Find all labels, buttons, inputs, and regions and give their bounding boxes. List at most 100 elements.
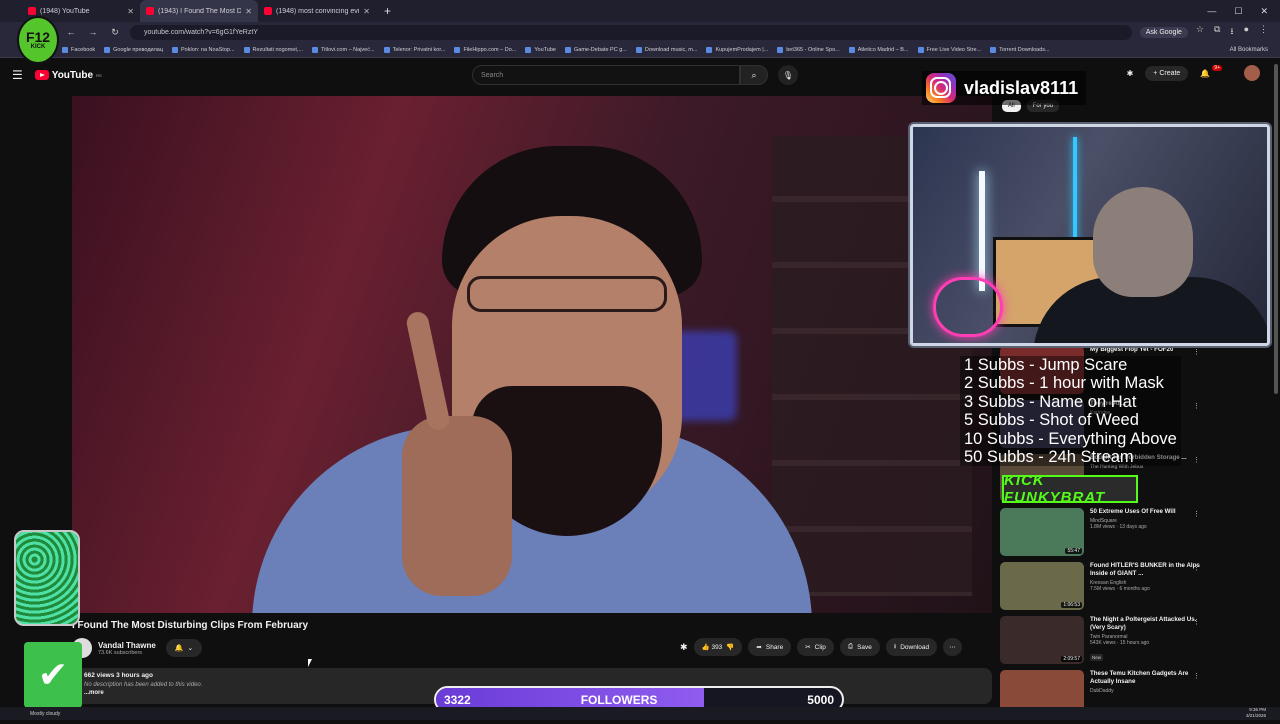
ask-google-button[interactable]: Ask Google bbox=[1139, 26, 1188, 38]
bookmark-item[interactable]: KupujemProdajem |... bbox=[706, 46, 768, 53]
recommendation-title: These Temu Kitchen Gadgets Are Actually … bbox=[1090, 670, 1189, 685]
more-vertical-icon[interactable]: ⋮ bbox=[1193, 402, 1200, 410]
star-icon[interactable]: ☆ bbox=[1196, 24, 1204, 40]
search-input[interactable]: Search bbox=[472, 65, 740, 85]
new-badge: New bbox=[1090, 654, 1104, 661]
person-hand bbox=[402, 416, 512, 596]
clock-date: 3/21/2026 bbox=[1245, 713, 1266, 718]
url-field[interactable]: youtube.com/watch?v=6gG1fYeRztY bbox=[130, 24, 1132, 40]
extensions-icon[interactable]: ⧉ bbox=[1214, 24, 1220, 40]
page-scrollbar[interactable] bbox=[1274, 64, 1278, 394]
microphone-icon: 🎙 bbox=[782, 70, 794, 80]
bookmark-item[interactable]: Torrent Downloads... bbox=[990, 46, 1050, 53]
bookmark-item[interactable]: Rezultati nogomet,... bbox=[243, 46, 303, 53]
more-vertical-icon[interactable]: ⋮ bbox=[1193, 456, 1200, 464]
super-thanks-icon[interactable]: ✱ bbox=[680, 642, 688, 653]
bookmark-item[interactable]: Google преводилац bbox=[104, 46, 163, 53]
bookmark-item[interactable]: bet365 - Online Spo... bbox=[777, 46, 840, 53]
minimize-icon[interactable]: — bbox=[1207, 6, 1216, 17]
subscription-bell-button[interactable]: 🔔 ⌄ bbox=[166, 639, 202, 657]
sub-goals-list: 1 Subbs - Jump Scare 2 Subbs - 1 hour wi… bbox=[960, 356, 1181, 467]
subscriber-count: 73.6K subscribers bbox=[98, 649, 143, 656]
close-window-icon[interactable]: ✕ bbox=[1260, 6, 1268, 17]
create-button[interactable]: + Create bbox=[1145, 65, 1189, 81]
bookmark-favicon-icon bbox=[104, 46, 111, 53]
bookmark-item[interactable]: Free Live Video Stre... bbox=[917, 46, 981, 53]
download-icon[interactable]: ⭳ bbox=[1230, 24, 1233, 40]
bookmark-item[interactable]: Telenor: Privatni kor... bbox=[383, 46, 445, 53]
sub-goal: 10 Subbs - Everything Above bbox=[964, 429, 1177, 448]
bookmark-item[interactable]: Titlovi.com – Najveć... bbox=[311, 46, 375, 53]
person-glasses bbox=[467, 276, 667, 312]
bookmark-favicon-icon bbox=[311, 46, 318, 53]
cast-icon[interactable]: ✱ bbox=[1127, 69, 1134, 78]
back-icon[interactable]: ← bbox=[64, 27, 78, 37]
youtube-favicon-icon bbox=[146, 7, 154, 15]
more-vertical-icon[interactable]: ⋮ bbox=[1193, 510, 1200, 518]
maximize-icon[interactable]: ☐ bbox=[1234, 6, 1242, 17]
chevron-down-icon: ⌄ bbox=[187, 645, 194, 652]
user-avatar[interactable] bbox=[1244, 65, 1260, 81]
all-bookmarks-button[interactable]: All Bookmarks bbox=[1230, 47, 1280, 53]
profile-icon[interactable]: ● bbox=[1244, 24, 1249, 40]
reload-icon[interactable]: ↻ bbox=[108, 27, 122, 38]
more-vertical-icon[interactable]: ⋮ bbox=[1193, 618, 1200, 626]
notifications-bell-icon[interactable]: 🔔 bbox=[1200, 69, 1210, 78]
more-vertical-icon[interactable]: ⋮ bbox=[1193, 672, 1200, 680]
followers-target: 5000 bbox=[807, 692, 834, 707]
voice-search-button[interactable]: 🎙 bbox=[778, 65, 798, 85]
video-player[interactable] bbox=[72, 96, 992, 613]
followers-label: FOLLOWERS bbox=[580, 692, 658, 707]
recommendation-thumbnail[interactable]: 1:06:53 bbox=[1000, 562, 1084, 610]
weather-widget[interactable]: Mostly cloudy bbox=[30, 711, 60, 717]
os-taskbar: Mostly cloudy 9:36 PM 3/21/2026 bbox=[0, 707, 1280, 720]
more-vertical-icon[interactable]: ⋮ bbox=[1193, 564, 1200, 572]
new-tab-icon[interactable]: + bbox=[376, 4, 399, 18]
download-label: Download bbox=[900, 643, 930, 651]
bookmark-item[interactable]: YouTube bbox=[525, 46, 556, 53]
recommendation-item[interactable]: 1:06:53 Found HITLER'S BUNKER in the Alps… bbox=[1000, 562, 1210, 614]
dislike-icon[interactable]: 👎 bbox=[726, 643, 734, 651]
close-tab-icon[interactable]: ✕ bbox=[363, 7, 370, 16]
bookmark-label: bet365 - Online Spo... bbox=[786, 46, 840, 53]
menu-icon[interactable]: ⋮ bbox=[1259, 24, 1268, 40]
bookmark-item[interactable]: Facebook bbox=[62, 46, 95, 53]
bookmark-item[interactable]: FileHippo.com – Do... bbox=[454, 46, 517, 53]
light-bar bbox=[979, 171, 985, 291]
instagram-icon bbox=[926, 73, 956, 103]
bookmark-item[interactable]: Game-Debate PC g... bbox=[564, 46, 627, 53]
recommendation-item[interactable]: 2:09:57 The Night a Poltergeist Attacked … bbox=[1000, 616, 1210, 668]
share-label: Share bbox=[765, 643, 784, 651]
search-button[interactable]: ⌕ bbox=[740, 65, 768, 85]
forward-icon[interactable]: → bbox=[86, 27, 100, 37]
bookmark-label: FileHippo.com – Do... bbox=[463, 46, 517, 53]
recommendation-item[interactable]: 55:47 50 Extreme Uses Of Free Will MindSqu… bbox=[1000, 508, 1210, 560]
download-button[interactable]: ⭳ Download bbox=[885, 638, 938, 656]
more-vertical-icon[interactable]: ⋮ bbox=[1193, 348, 1200, 356]
recommendation-thumbnail[interactable]: 55:47 bbox=[1000, 508, 1084, 556]
bookmark-item[interactable]: Download music, m... bbox=[635, 46, 697, 53]
bookmark-item[interactable]: Poklon: na NoaStop... bbox=[172, 46, 235, 53]
search-icon: ⌕ bbox=[751, 69, 757, 80]
like-dislike: 👍 393 👎 bbox=[693, 638, 743, 656]
close-tab-icon[interactable]: ✕ bbox=[127, 7, 134, 16]
close-tab-icon[interactable]: ✕ bbox=[245, 7, 252, 16]
recommendation-thumbnail[interactable]: 2:09:57 bbox=[1000, 616, 1084, 664]
video-duration: 55:47 bbox=[1065, 548, 1082, 554]
clip-button[interactable]: ✂ Clip bbox=[797, 638, 834, 656]
browser-tab[interactable]: (1948) most convincing eviden ✕ bbox=[258, 0, 376, 22]
browser-tab-active[interactable]: (1943) I Found The Most D ✕ bbox=[140, 0, 258, 22]
bookmark-item[interactable]: Atletico Madrid – B... bbox=[848, 46, 909, 53]
recommendation-title: The Night a Poltergeist Attacked Us. (Ve… bbox=[1090, 616, 1197, 631]
more-actions-button[interactable]: ⋯ bbox=[943, 638, 962, 656]
like-button[interactable]: 👍 393 bbox=[702, 643, 723, 651]
system-clock[interactable]: 9:36 PM 3/21/2026 bbox=[1246, 707, 1266, 719]
save-button[interactable]: ⎙ Save bbox=[839, 638, 880, 656]
video-title: I Found The Most Disturbing Clips From F… bbox=[72, 620, 309, 631]
youtube-logo[interactable]: YouTube RS bbox=[34, 70, 102, 81]
bookmark-favicon-icon bbox=[383, 46, 390, 53]
channel-name[interactable]: Vandal Thawne bbox=[98, 641, 156, 650]
hamburger-menu-icon[interactable]: ☰ bbox=[12, 68, 23, 82]
share-button[interactable]: ➦ Share bbox=[748, 638, 792, 656]
recommendation-channel: DubDaddy bbox=[1090, 688, 1114, 694]
